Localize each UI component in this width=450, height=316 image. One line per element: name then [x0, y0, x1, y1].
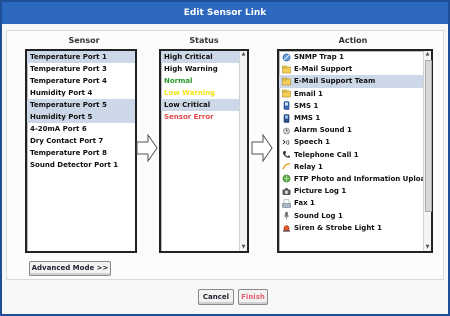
action-item-label: Picture Log 1: [294, 187, 347, 196]
action-item-label: Telephone Call 1: [294, 150, 359, 159]
finish-button[interactable]: Finish: [238, 289, 268, 305]
arrow-right-icon: [251, 133, 273, 163]
action-item[interactable]: E-Mail Support: [279, 63, 423, 75]
telephone-icon: [282, 150, 291, 159]
status-item[interactable]: Low Warning: [161, 87, 239, 99]
action-item[interactable]: Telephone Call 1: [279, 149, 423, 161]
sensor-item[interactable]: 4-20mA Port 6: [27, 123, 135, 135]
mms-icon: [282, 113, 291, 123]
action-item-label: Speech 1: [294, 138, 330, 147]
action-item[interactable]: FTP Photo and Information Upload 1: [279, 173, 423, 185]
action-scrollbar[interactable]: ▲ ▼: [423, 51, 432, 251]
scroll-down-icon[interactable]: ▼: [240, 244, 247, 251]
action-item-label: E-Mail Support Team: [294, 77, 376, 86]
scrollbar-thumb[interactable]: [425, 60, 432, 212]
email-folder-icon: [282, 89, 291, 98]
action-item[interactable]: MMS 1: [279, 112, 423, 124]
status-item[interactable]: High Critical: [161, 51, 239, 63]
action-item[interactable]: Siren & Strobe Light 1: [279, 222, 423, 234]
status-scrollbar[interactable]: ▲ ▼: [239, 51, 247, 251]
scroll-up-icon[interactable]: ▲: [424, 51, 431, 58]
action-item[interactable]: SMS 1: [279, 100, 423, 112]
action-item[interactable]: E-Mail Support Team: [279, 75, 423, 88]
sensor-item[interactable]: Temperature Port 1: [27, 51, 135, 63]
action-item-label: FTP Photo and Information Upload 1: [294, 174, 423, 183]
action-item-label: SMS 1: [294, 101, 319, 110]
dialog-window: Edit Sensor Link Sensor Status Action Te…: [0, 0, 450, 316]
action-list[interactable]: SNMP Trap 1 E-Mail Support E-Mail Support …: [277, 49, 433, 253]
status-item[interactable]: Sensor Error: [161, 111, 239, 123]
advanced-mode-button[interactable]: Advanced Mode >>: [29, 261, 111, 276]
action-column-header: Action: [338, 36, 368, 45]
action-item-label: E-Mail Support: [294, 65, 353, 74]
sensor-item[interactable]: Sound Detector Port 1: [27, 159, 135, 171]
sensor-item[interactable]: Temperature Port 4: [27, 75, 135, 87]
status-item[interactable]: High Warning: [161, 63, 239, 75]
sensor-item[interactable]: Humidity Port 5: [27, 111, 135, 123]
action-item-label: Relay 1: [294, 162, 323, 171]
email-folder-icon: [282, 65, 291, 74]
action-item-label: MMS 1: [294, 114, 321, 123]
sensor-column-header: Sensor: [68, 36, 100, 45]
action-item[interactable]: Fax 1: [279, 197, 423, 209]
sensor-item[interactable]: Temperature Port 8: [27, 147, 135, 159]
dialog-title: Edit Sensor Link: [2, 2, 448, 24]
sensor-item[interactable]: Dry Contact Port 7: [27, 135, 135, 147]
scroll-down-icon[interactable]: ▼: [424, 244, 431, 251]
action-item-label: Sound Log 1: [294, 211, 343, 220]
sensor-item[interactable]: Temperature Port 3: [27, 63, 135, 75]
action-item-label: Siren & Strobe Light 1: [294, 223, 382, 232]
camera-icon: [282, 187, 291, 196]
action-item[interactable]: Speech 1: [279, 136, 423, 148]
microphone-icon: [282, 211, 291, 220]
action-item[interactable]: Relay 1: [279, 161, 423, 173]
action-item-label: Alarm Sound 1: [294, 126, 352, 135]
sensor-item[interactable]: Humidity Port 4: [27, 87, 135, 99]
speech-icon: [282, 138, 291, 147]
cancel-button[interactable]: Cancel: [198, 289, 234, 305]
ftp-icon: [282, 174, 291, 183]
action-item-label: SNMP Trap 1: [294, 53, 344, 62]
arrow-right-icon: [136, 133, 158, 163]
sensor-item[interactable]: Temperature Port 5: [27, 99, 135, 111]
siren-icon: [282, 223, 291, 232]
scroll-up-icon[interactable]: ▲: [240, 51, 247, 58]
relay-icon: [282, 162, 291, 171]
alarm-icon: [282, 126, 291, 135]
action-item[interactable]: Alarm Sound 1: [279, 124, 423, 136]
status-column-header: Status: [189, 36, 219, 45]
action-item-label: Fax 1: [294, 199, 315, 208]
email-folder-icon: [282, 77, 291, 86]
status-list[interactable]: High Critical High Warning Normal Low Warni…: [159, 49, 249, 253]
fax-icon: [282, 199, 291, 208]
sms-icon: [282, 101, 291, 111]
action-item[interactable]: Picture Log 1: [279, 185, 423, 197]
action-item-label: Email 1: [294, 89, 323, 98]
snmp-icon: [282, 53, 291, 62]
sensor-list[interactable]: Temperature Port 1 Temperature Port 3 Temp…: [25, 49, 137, 253]
action-item[interactable]: Sound Log 1: [279, 209, 423, 221]
link-editor-panel: Sensor Status Action Temperature Port 1T…: [6, 30, 444, 280]
action-item[interactable]: Email 1: [279, 88, 423, 100]
status-item[interactable]: Low Critical: [161, 99, 239, 111]
status-item[interactable]: Normal: [161, 75, 239, 87]
action-item[interactable]: SNMP Trap 1: [279, 51, 423, 63]
